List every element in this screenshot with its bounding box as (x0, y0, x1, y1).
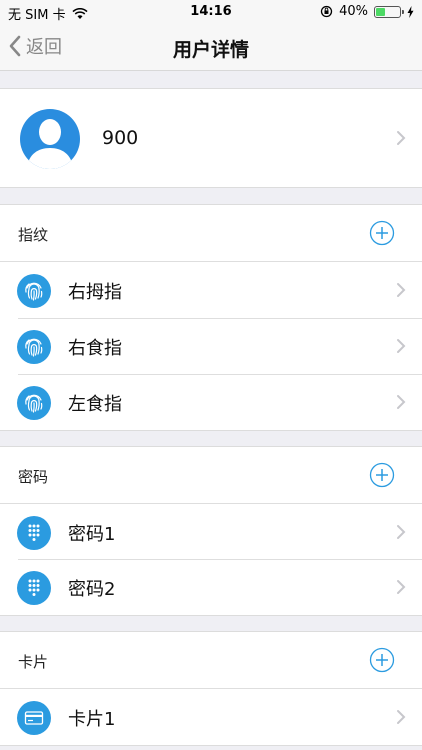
fingerprint-icon (17, 330, 51, 364)
chevron-right-icon (397, 710, 406, 724)
chevron-right-icon (397, 580, 406, 594)
fingerprint-section-title: 指纹 (18, 226, 49, 244)
card-section: 卡片 卡片1 (0, 631, 422, 746)
fingerprint-icon (17, 274, 51, 308)
fingerprint-item-label: 右食指 (68, 338, 122, 359)
chevron-right-icon (397, 339, 406, 353)
chevron-right-icon (397, 131, 406, 145)
fingerprint-item-right-thumb[interactable]: 右拇指 (0, 262, 422, 318)
battery-level (376, 7, 385, 16)
card-header: 卡片 (0, 632, 422, 688)
nav-bar: 返回 用户详情 (0, 24, 422, 71)
status-right: 40% (320, 4, 414, 19)
charging-icon (407, 5, 414, 18)
card-icon (17, 701, 51, 735)
fingerprint-item-label: 右拇指 (68, 282, 122, 303)
orientation-lock-icon (320, 5, 333, 18)
chevron-right-icon (397, 283, 406, 297)
fingerprint-section: 指纹 右拇指 右食指 左食指 (0, 204, 422, 431)
user-name: 900 (102, 127, 139, 149)
add-password-button[interactable] (369, 462, 395, 488)
add-card-button[interactable] (369, 647, 395, 673)
chevron-right-icon (397, 525, 406, 539)
keypad-icon (17, 516, 51, 550)
battery-icon (374, 5, 404, 18)
password-section: 密码 密码1 密码2 (0, 446, 422, 616)
fingerprint-item-label: 左食指 (68, 394, 122, 415)
chevron-right-icon (397, 395, 406, 409)
card-section-title: 卡片 (18, 653, 49, 671)
password-item-label: 密码1 (68, 524, 116, 545)
password-header: 密码 (0, 447, 422, 503)
user-profile-row[interactable]: 900 (0, 88, 422, 188)
password-item-1[interactable]: 密码1 (0, 504, 422, 560)
fingerprint-item-right-index[interactable]: 右食指 (0, 318, 422, 374)
battery-percent: 40% (339, 4, 368, 19)
card-item-1[interactable]: 卡片1 (0, 689, 422, 745)
page-title: 用户详情 (172, 39, 249, 61)
fingerprint-header: 指纹 (0, 205, 422, 261)
card-item-label: 卡片1 (68, 709, 116, 730)
add-fingerprint-button[interactable] (369, 220, 395, 246)
password-item-label: 密码2 (68, 579, 116, 600)
password-item-2[interactable]: 密码2 (0, 559, 422, 615)
status-bar: 无 SIM 卡 14:16 40% (0, 0, 422, 24)
fingerprint-icon (17, 386, 51, 420)
fingerprint-item-left-index[interactable]: 左食指 (0, 374, 422, 430)
avatar-icon (20, 109, 80, 169)
keypad-icon (17, 571, 51, 605)
password-section-title: 密码 (18, 468, 49, 486)
